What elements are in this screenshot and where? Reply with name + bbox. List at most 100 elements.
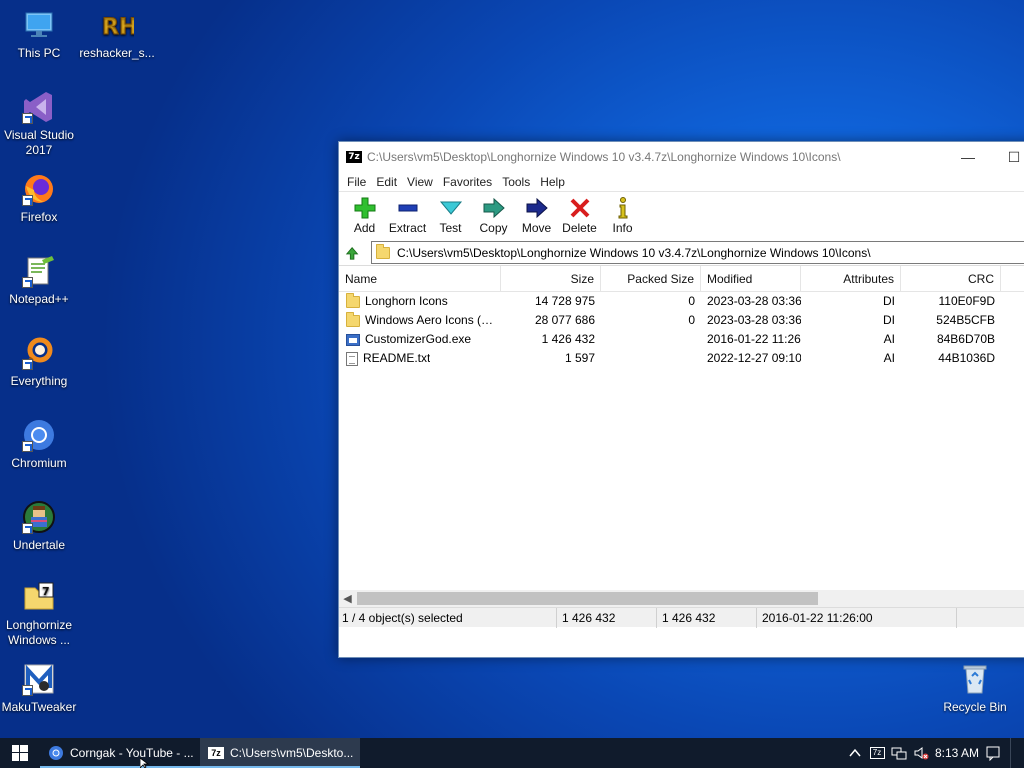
notepad-plus-plus-icon (22, 254, 56, 288)
shortcut-arrow-icon (22, 359, 33, 370)
column-header-packed-size[interactable]: Packed Size (601, 265, 701, 292)
file-size: 28 077 686 (534, 313, 595, 327)
text-file-icon (346, 351, 358, 366)
column-header-attributes[interactable]: Attributes (801, 265, 901, 292)
shortcut-arrow-icon (22, 441, 33, 452)
extract-button[interactable]: Extract (386, 196, 429, 235)
minimize-button[interactable]: — (945, 142, 991, 172)
column-header-modified[interactable]: Modified (701, 265, 801, 292)
scroll-left-icon[interactable]: ◀ (339, 592, 356, 605)
tray-overflow-chevron-icon[interactable] (844, 738, 866, 768)
desktop-icon-chromium[interactable]: Chromium (0, 418, 78, 471)
taskbar-item-7zip[interactable]: 7z C:\Users\vm5\Deskto... (200, 738, 360, 768)
visual-studio-icon (22, 90, 56, 124)
desktop-icon-label: Firefox (20, 210, 58, 224)
file-crc: 84B6D70B (936, 332, 995, 346)
scrollbar-thumb[interactable] (357, 592, 818, 605)
desktop-icon-makutweaker[interactable]: MakuTweaker (0, 662, 78, 715)
file-row[interactable]: Longhorn Icons 14 728 975 0 2023-03-28 0… (339, 292, 1024, 311)
file-list[interactable]: Name Size Packed Size Modified Attribute… (339, 265, 1024, 607)
7zip-archive-icon: 7 (22, 580, 56, 614)
file-size: 1 426 432 (541, 332, 595, 346)
7zip-file-manager-window[interactable]: 7z C:\Users\vm5\Desktop\Longhornize Wind… (338, 141, 1024, 658)
folder-icon (376, 243, 390, 259)
file-size: 1 597 (564, 351, 595, 365)
desktop-icon-this-pc[interactable]: This PC (0, 8, 78, 61)
address-path: C:\Users\vm5\Desktop\Longhornize Windows… (397, 245, 871, 260)
desktop-icon-label: reshacker_s... (79, 46, 155, 60)
menu-help[interactable]: Help (535, 175, 570, 189)
shortcut-arrow-icon (22, 523, 33, 534)
file-attributes: DI (883, 313, 895, 327)
taskbar-item-chromium-youtube[interactable]: Corngak - YouTube - ... (40, 738, 200, 768)
folder-icon (346, 292, 360, 308)
show-desktop-button[interactable] (1010, 738, 1024, 768)
delete-button[interactable]: Delete (558, 196, 601, 235)
up-arrow-icon (345, 246, 359, 260)
volume-muted-icon[interactable] (910, 738, 932, 768)
desktop-icon-visual-studio[interactable]: Visual Studio 2017 (0, 90, 78, 158)
7zip-app-icon: 7z (208, 747, 224, 759)
file-row[interactable]: Windows Aero Icons (Hi... 28 077 686 0 2… (339, 311, 1024, 330)
desktop-icon-label: Visual Studio 2017 (4, 128, 74, 157)
file-size: 14 728 975 (534, 294, 595, 308)
desktop-icon-reshacker[interactable]: RH reshacker_s... (78, 8, 156, 61)
tray-7zip-badge: 7z (869, 747, 885, 759)
desktop-icon-notepad-plus-plus[interactable]: Notepad++ (0, 254, 78, 307)
notifications-icon[interactable] (982, 738, 1004, 768)
info-label: Info (612, 221, 633, 235)
file-row[interactable]: README.txt 1 597 2022-12-27 09:10 AI 44B… (339, 349, 1024, 368)
delete-x-icon (568, 196, 592, 220)
shortcut-arrow-icon (22, 195, 33, 206)
undertale-icon (22, 500, 56, 534)
column-header-row: Name Size Packed Size Modified Attribute… (339, 265, 1024, 292)
chromium-icon (49, 746, 63, 760)
menu-edit[interactable]: Edit (371, 175, 402, 189)
tray-7zip-icon[interactable]: 7z (866, 738, 888, 768)
address-input[interactable]: C:\Users\vm5\Desktop\Longhornize Windows… (371, 241, 1024, 264)
desktop-icon-recycle-bin[interactable]: Recycle Bin (936, 662, 1014, 715)
file-name: Windows Aero Icons (Hi... (365, 313, 495, 327)
horizontal-scrollbar[interactable]: ◀ (339, 590, 1024, 607)
desktop-icon-label: Longhornize Windows ... (5, 618, 73, 647)
check-chevron-icon (439, 196, 463, 220)
move-button[interactable]: Move (515, 196, 558, 235)
desktop-icon-everything[interactable]: Everything (0, 336, 78, 389)
delete-label: Delete (562, 221, 597, 235)
chromium-icon (22, 418, 56, 452)
desktop-icon-label: Everything (10, 374, 68, 388)
menu-tools[interactable]: Tools (497, 175, 535, 189)
exe-icon (346, 333, 360, 346)
column-header-size[interactable]: Size (501, 265, 601, 292)
column-header-crc[interactable]: CRC (901, 265, 1001, 292)
info-button[interactable]: Info (601, 196, 644, 235)
up-folder-button[interactable] (342, 242, 364, 264)
menu-file[interactable]: File (342, 175, 371, 189)
desktop-icon-label: Notepad++ (9, 292, 69, 306)
menu-bar: File Edit View Favorites Tools Help (339, 172, 1024, 192)
add-label: Add (353, 221, 376, 235)
menu-view[interactable]: View (402, 175, 438, 189)
maximize-button[interactable]: ☐ (991, 142, 1024, 172)
everything-search-icon (22, 336, 56, 370)
clock[interactable]: 8:13 AM (932, 746, 982, 760)
title-bar[interactable]: 7z C:\Users\vm5\Desktop\Longhornize Wind… (339, 142, 1024, 172)
firefox-icon (22, 172, 56, 206)
file-modified: 2016-01-22 11:26 (707, 332, 801, 346)
svg-text:RH: RH (102, 15, 134, 40)
mouse-cursor-icon (140, 758, 150, 768)
desktop-icon-longhornize-archive[interactable]: 7 Longhornize Windows ... (0, 580, 78, 648)
copy-button[interactable]: Copy (472, 196, 515, 235)
test-button[interactable]: Test (429, 196, 472, 235)
shortcut-arrow-icon (22, 277, 33, 288)
file-row[interactable]: CustomizerGod.exe 1 426 432 2016-01-22 1… (339, 330, 1024, 349)
file-attributes: AI (883, 351, 895, 365)
desktop-icon-firefox[interactable]: Firefox (0, 172, 78, 225)
network-icon[interactable] (888, 738, 910, 768)
column-header-name[interactable]: Name (339, 265, 501, 292)
desktop-icon-undertale[interactable]: Undertale (0, 500, 78, 553)
test-label: Test (439, 221, 462, 235)
menu-favorites[interactable]: Favorites (438, 175, 497, 189)
add-button[interactable]: Add (343, 196, 386, 235)
start-button[interactable] (0, 738, 40, 768)
